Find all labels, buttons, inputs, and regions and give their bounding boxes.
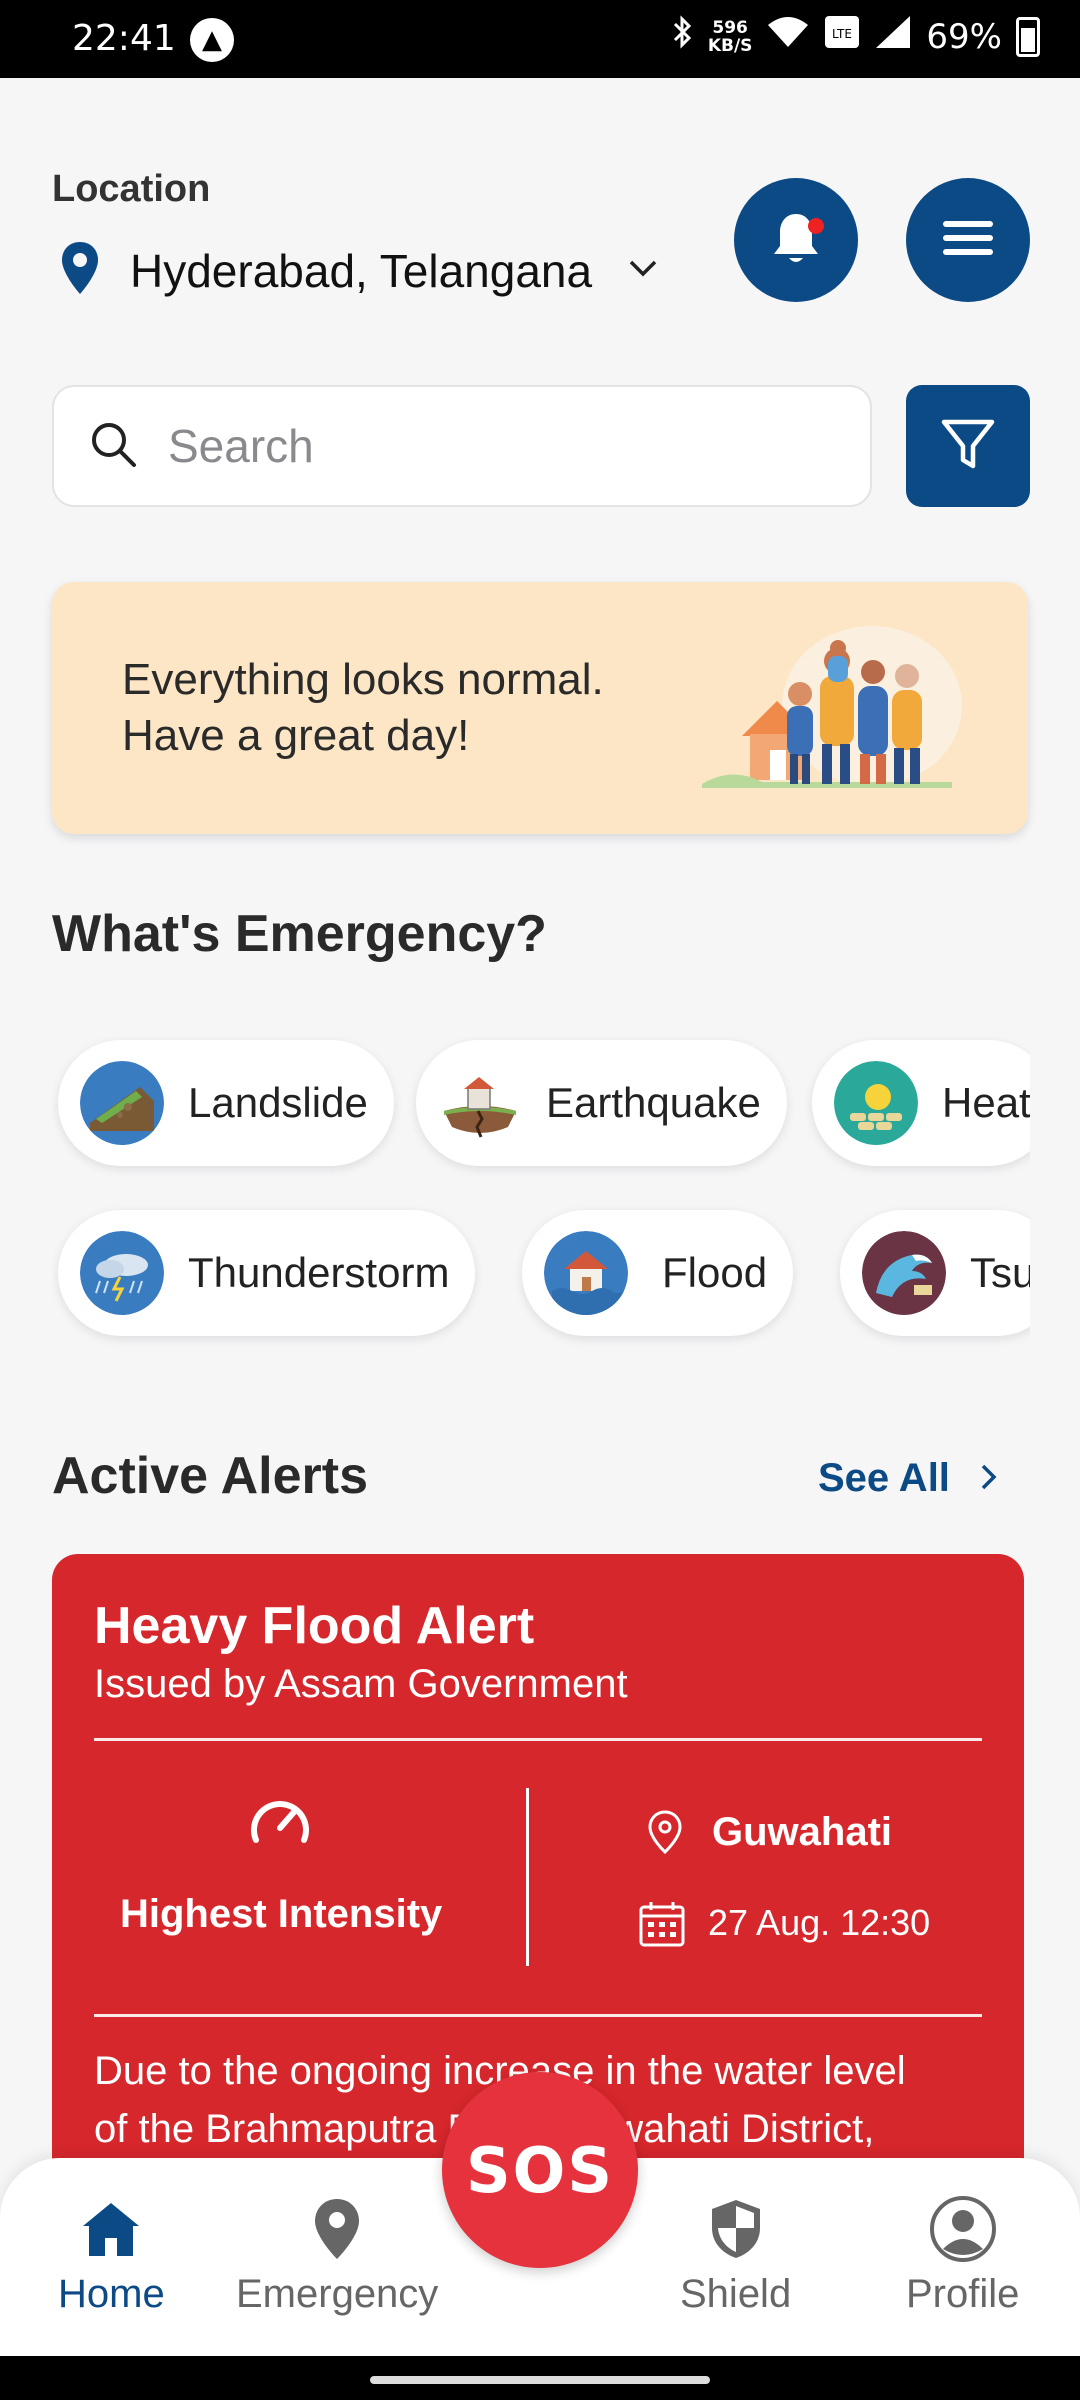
nav-home-label: Home bbox=[58, 2272, 165, 2316]
battery-icon bbox=[1016, 16, 1040, 57]
alert-datetime: 27 Aug. 12:30 bbox=[708, 1902, 931, 1943]
active-alerts-title: Active Alerts bbox=[52, 1447, 368, 1505]
shield-icon bbox=[710, 2194, 762, 2264]
nav-profile-label: Profile bbox=[906, 2272, 1020, 2316]
chip-tsunami[interactable]: Tsu bbox=[840, 1210, 1030, 1336]
status-icons: 596 KB/S LTE 69% bbox=[672, 14, 1040, 59]
chevron-down-icon bbox=[628, 258, 658, 283]
status-bar: 22:41 ▲ 596 KB/S LTE 69% bbox=[0, 0, 1080, 78]
gesture-bar bbox=[0, 2356, 1080, 2400]
filter-button[interactable] bbox=[906, 385, 1030, 507]
sos-button[interactable]: SOS bbox=[442, 2072, 638, 2268]
location-selector[interactable]: Hyderabad, Telangana bbox=[60, 240, 658, 301]
notification-dot bbox=[808, 218, 824, 234]
nav-home[interactable]: Home bbox=[58, 2194, 165, 2317]
bluetooth-icon bbox=[672, 14, 694, 59]
chip-thunderstorm[interactable]: Thunderstorm bbox=[58, 1210, 476, 1336]
earthquake-icon bbox=[438, 1061, 522, 1145]
search-icon bbox=[88, 419, 138, 474]
chip-label: Heat bbox=[942, 1079, 1030, 1126]
chip-label: Thunderstorm bbox=[188, 1249, 450, 1296]
chevron-right-icon bbox=[980, 1456, 998, 1501]
alert-issuer: Issued by Assam Government bbox=[94, 1662, 628, 1706]
chip-landslide[interactable]: Landslide bbox=[58, 1040, 394, 1166]
chip-label: Landslide bbox=[188, 1079, 368, 1126]
profile-icon bbox=[929, 2194, 997, 2264]
nav-emergency-label: Emergency bbox=[236, 2272, 439, 2316]
nav-emergency[interactable]: Emergency bbox=[236, 2194, 438, 2317]
wifi-icon bbox=[766, 15, 810, 58]
nav-shield[interactable]: Shield bbox=[680, 2194, 791, 2317]
search-input[interactable]: Search bbox=[52, 385, 872, 507]
calendar-icon bbox=[638, 1900, 686, 1953]
nav-shield-label: Shield bbox=[680, 2272, 792, 2316]
network-speed-value: 596 bbox=[712, 17, 748, 38]
location-value: Hyderabad, Telangana bbox=[130, 244, 593, 297]
emergency-category-list: Landslide Earthquake Heat Thunderstorm F… bbox=[52, 1030, 1030, 1350]
banner-message: Everything looks normal. Have a great da… bbox=[122, 652, 682, 764]
home-icon bbox=[79, 2194, 143, 2264]
hamburger-menu-icon bbox=[941, 218, 995, 263]
tsunami-icon bbox=[862, 1231, 946, 1315]
network-speed-unit: KB/S bbox=[707, 35, 753, 56]
thunderstorm-icon bbox=[80, 1231, 164, 1315]
chip-heatwave[interactable]: Heat bbox=[812, 1040, 1030, 1166]
alert-title: Heavy Flood Alert bbox=[94, 1597, 535, 1655]
banner-line-1: Everything looks normal. bbox=[122, 655, 604, 704]
nav-profile[interactable]: Profile bbox=[906, 2194, 1019, 2317]
volte-icon: LTE bbox=[824, 15, 860, 58]
filter-icon bbox=[940, 416, 996, 477]
heatwave-icon bbox=[834, 1061, 918, 1145]
location-pin-icon bbox=[60, 240, 100, 301]
menu-button[interactable] bbox=[906, 178, 1030, 302]
battery-percent: 69% bbox=[926, 16, 1002, 57]
banner-line-2: Have a great day! bbox=[122, 711, 470, 760]
vertical-divider bbox=[526, 1788, 529, 1966]
gesture-handle[interactable] bbox=[370, 2376, 710, 2384]
signal-icon bbox=[874, 14, 912, 59]
alert-location: Guwahati bbox=[712, 1810, 893, 1854]
status-time: 22:41 bbox=[72, 18, 176, 59]
location-label: Location bbox=[52, 168, 211, 210]
chip-flood[interactable]: Flood bbox=[522, 1210, 794, 1336]
chip-label: Flood bbox=[662, 1249, 768, 1296]
divider bbox=[94, 2014, 982, 2017]
see-all-label: See All bbox=[818, 1456, 950, 1500]
emergency-section-title: What's Emergency? bbox=[52, 905, 547, 963]
location-pin-icon bbox=[648, 1810, 682, 1859]
chip-label: Tsu bbox=[970, 1249, 1030, 1296]
landslide-icon bbox=[80, 1061, 164, 1145]
alert-intensity: Highest Intensity bbox=[120, 1892, 443, 1936]
notifications-button[interactable] bbox=[734, 178, 858, 302]
divider bbox=[94, 1738, 982, 1741]
network-speed: 596 KB/S bbox=[708, 19, 753, 55]
flood-icon bbox=[544, 1231, 628, 1315]
status-banner: Everything looks normal. Have a great da… bbox=[52, 582, 1028, 834]
gauge-icon bbox=[248, 1794, 312, 1855]
chip-label: Earthquake bbox=[546, 1079, 761, 1126]
navigation-app-icon: ▲ bbox=[190, 18, 234, 62]
search-placeholder: Search bbox=[168, 420, 314, 472]
see-all-link[interactable]: See All bbox=[818, 1456, 998, 1501]
location-pin-icon bbox=[312, 2194, 362, 2264]
family-illustration bbox=[702, 616, 962, 811]
chip-earthquake[interactable]: Earthquake bbox=[416, 1040, 787, 1166]
svg-text:LTE: LTE bbox=[832, 27, 852, 41]
